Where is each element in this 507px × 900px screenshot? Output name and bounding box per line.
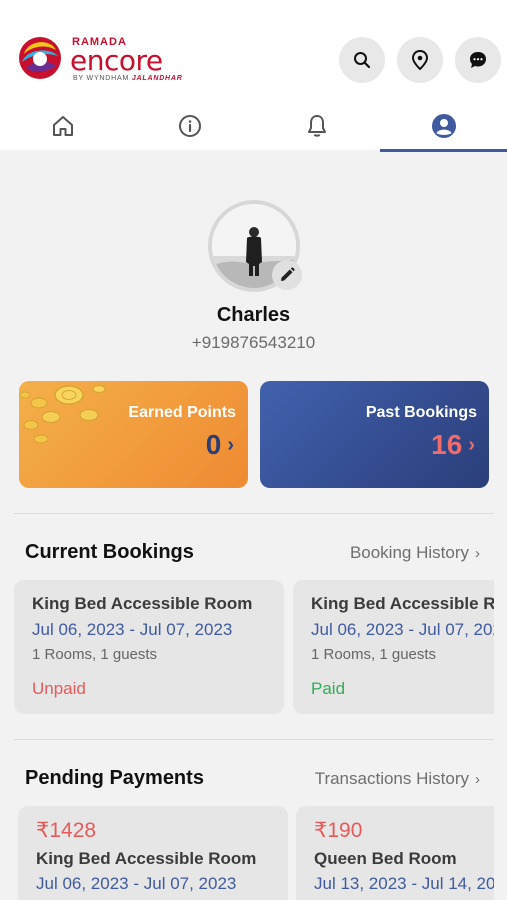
current-bookings-header: Current Bookings Booking History › [25, 541, 480, 564]
payment-room: Queen Bed Room [314, 849, 457, 868]
pending-payments-list: ₹1428 King Bed Accessible Room Jul 06, 2… [14, 806, 494, 900]
current-bookings-list: King Bed Accessible Room Jul 06, 2023 - … [14, 580, 494, 716]
logo-mark-icon [19, 37, 61, 79]
pending-payments-header: Pending Payments Transactions History › [25, 767, 480, 790]
user-name: Charles [216, 304, 291, 326]
booking-card[interactable]: King Bed Accessible Room Jul 06, 2023 - … [293, 580, 494, 714]
avatar-wrapper [207, 200, 302, 292]
chat-button[interactable] [455, 37, 501, 83]
tab-profile[interactable] [380, 100, 507, 152]
chevron-right-icon: › [475, 771, 480, 788]
earned-points-card[interactable]: Earned Points 0 › [19, 381, 248, 488]
past-bookings-label: Past Bookings [365, 404, 477, 421]
payment-card[interactable]: ₹190 Queen Bed Room Jul 13, 2023 - Jul 1… [296, 806, 494, 900]
logo-sub-text: BY WYNDHAM JALANDHAR [73, 75, 183, 82]
search-icon [354, 52, 371, 69]
profile-icon [431, 114, 456, 138]
user-phone: +919876543210 [191, 333, 316, 352]
past-bookings-card[interactable]: Past Bookings 16 › [260, 381, 489, 488]
payment-room: King Bed Accessible Room [36, 849, 257, 868]
chevron-right-icon: › [468, 434, 475, 456]
divider [14, 513, 494, 514]
profile-section: Charles +919876543210 [0, 200, 507, 353]
transactions-history-link[interactable]: Transactions History › [315, 769, 480, 789]
earned-points-value: 0 › [205, 429, 234, 460]
app-header: RAMADA encore BY WYNDHAM JALANDHAR [0, 0, 507, 152]
past-bookings-value: 16 › [431, 429, 475, 460]
payment-card[interactable]: ₹1428 King Bed Accessible Room Jul 06, 2… [18, 806, 288, 900]
chevron-right-icon: › [227, 434, 234, 456]
pencil-icon [280, 267, 295, 281]
tab-home[interactable] [0, 100, 127, 152]
pending-payments-title: Pending Payments [25, 767, 204, 789]
payment-dates: Jul 13, 2023 - Jul 14, 2023 [314, 874, 494, 893]
booking-room: King Bed Accessible Room [32, 594, 253, 613]
logo-name-text: encore [70, 44, 163, 77]
payment-amount: ₹1428 [36, 819, 97, 842]
booking-room: King Bed Accessible Room [311, 594, 494, 613]
booking-dates: Jul 06, 2023 - Jul 07, 2023 [32, 620, 233, 639]
edit-avatar-button[interactable] [271, 260, 302, 290]
tab-notifications[interactable] [254, 100, 381, 152]
hotel-logo[interactable]: RAMADA encore BY WYNDHAM JALANDHAR [16, 32, 216, 88]
search-button[interactable] [339, 37, 385, 83]
chevron-right-icon: › [475, 545, 480, 562]
booking-status: Unpaid [32, 679, 86, 698]
bell-icon [307, 115, 326, 137]
payment-dates: Jul 06, 2023 - Jul 07, 2023 [36, 874, 237, 893]
divider [14, 739, 494, 740]
booking-dates: Jul 06, 2023 - Jul 07, 2023 [311, 620, 494, 639]
header-actions [339, 37, 501, 83]
booking-card[interactable]: King Bed Accessible Room Jul 06, 2023 - … [14, 580, 284, 714]
tab-bar [0, 100, 507, 152]
location-pin-icon [411, 50, 429, 70]
booking-guests: 1 Rooms, 1 guests [311, 646, 437, 663]
location-button[interactable] [397, 37, 443, 83]
chat-icon [470, 52, 486, 68]
earned-points-label: Earned Points [128, 404, 236, 421]
home-icon [53, 116, 74, 136]
tab-info[interactable] [127, 100, 254, 152]
coins-illustration [19, 384, 106, 444]
payment-amount: ₹190 [314, 819, 363, 842]
current-bookings-title: Current Bookings [25, 541, 194, 563]
booking-guests: 1 Rooms, 1 guests [32, 646, 158, 663]
booking-history-link[interactable]: Booking History › [350, 543, 480, 563]
booking-status: Paid [311, 679, 346, 698]
info-icon [179, 115, 202, 137]
